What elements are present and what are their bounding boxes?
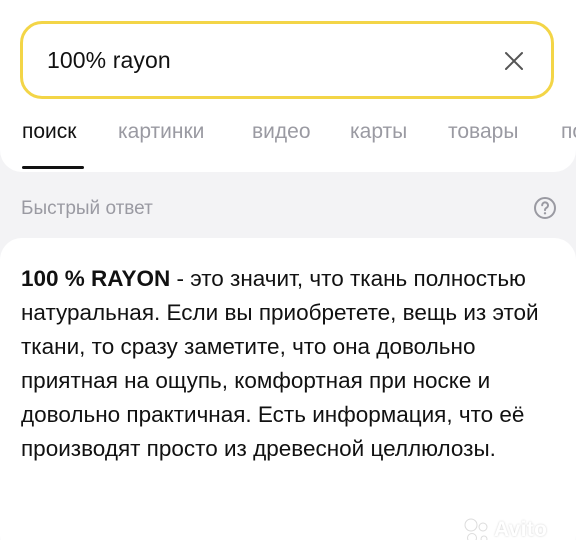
tab-search[interactable]: поиск <box>22 120 76 144</box>
answer-term: 100 % RAYON <box>21 266 171 291</box>
watermark-text: Avito <box>494 518 548 540</box>
quick-answer-text: 100 % RAYON - это значит, что ткань полн… <box>21 262 561 466</box>
search-input[interactable]: 100% rayon <box>20 21 554 99</box>
tab-video[interactable]: видео <box>252 120 311 144</box>
question-circle-icon[interactable] <box>533 196 557 220</box>
active-tab-indicator <box>22 166 84 169</box>
quick-answer-title: Быстрый ответ <box>21 198 153 219</box>
search-tabs: поиск картинки видео карты товары по <box>0 120 576 160</box>
watermark: Avito <box>462 516 566 540</box>
avito-logo-icon <box>464 518 488 540</box>
tab-images[interactable]: картинки <box>118 120 204 144</box>
close-icon[interactable] <box>503 50 525 72</box>
tab-goods[interactable]: товары <box>448 120 518 144</box>
tab-maps[interactable]: карты <box>350 120 407 144</box>
tab-more[interactable]: по <box>561 120 576 144</box>
search-query-text[interactable]: 100% rayon <box>47 47 171 74</box>
quick-answer-card: 100 % RAYON - это значит, что ткань полн… <box>0 238 576 540</box>
answer-body: - это значит, что ткань полностью натура… <box>21 266 539 461</box>
search-header: 100% rayon поиск картинки видео карты то… <box>0 0 576 172</box>
